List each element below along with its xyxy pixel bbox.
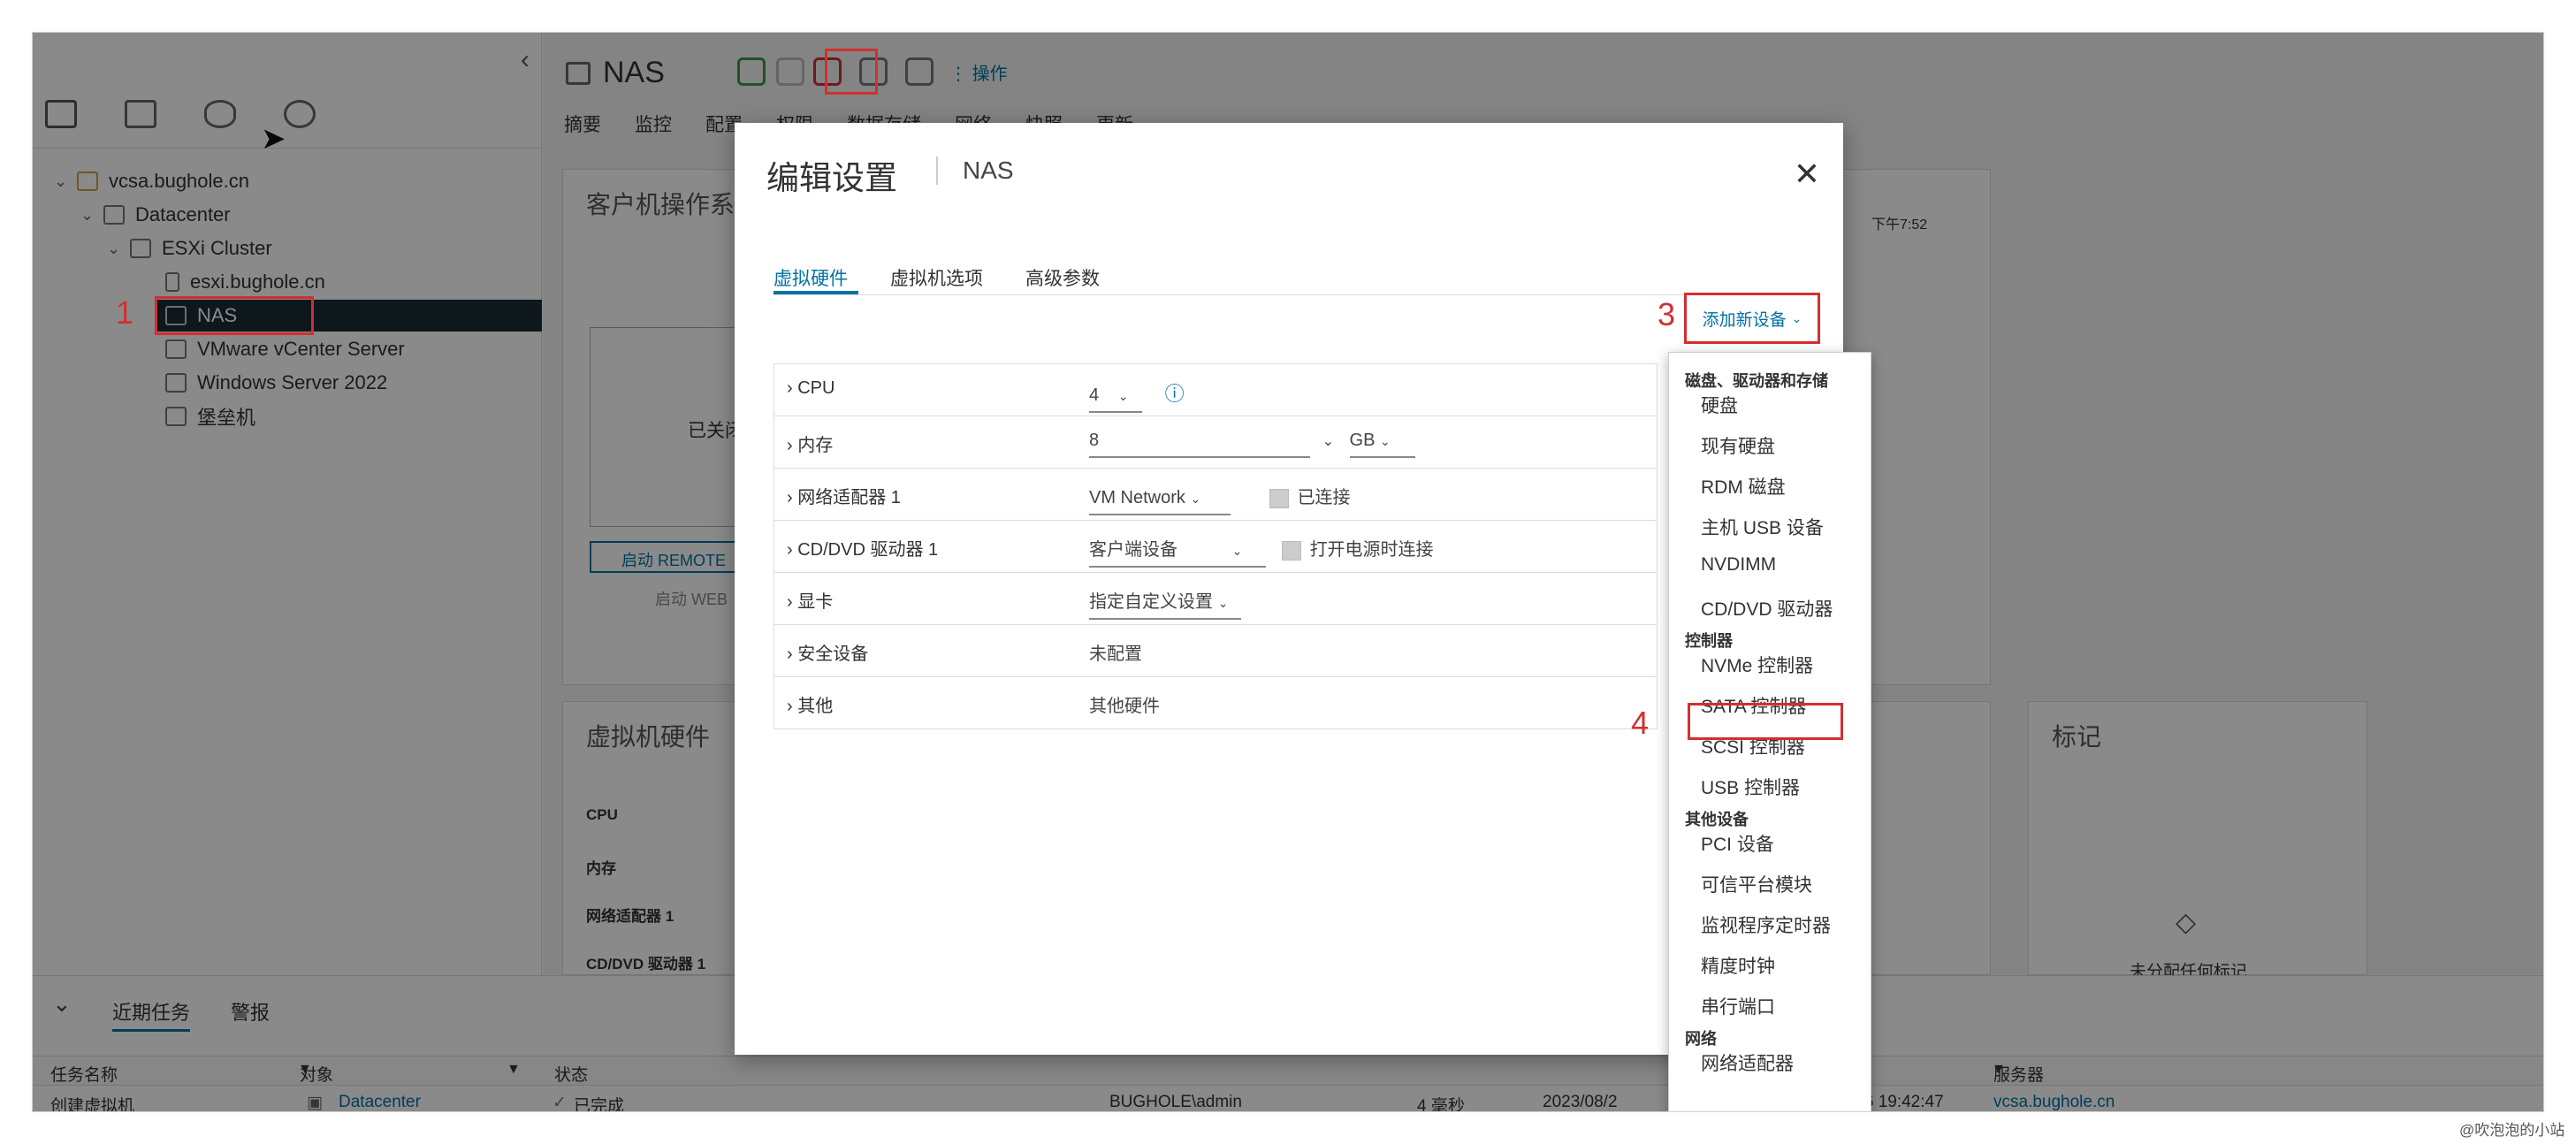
tab-advanced-parameters[interactable]: 高级参数 [1025,264,1100,291]
tab-virtual-hardware[interactable]: 虚拟硬件 [774,264,848,291]
annotation-number: 3 [1658,296,1676,332]
menu-group-header: 网络 [1685,1030,1717,1048]
add-new-device-label: 添加新设备 [1702,310,1787,330]
menu-item-serial-port[interactable]: 串行端口 [1701,993,1775,1019]
vsphere-client-window: ‹ ⌄ vcsa.bughole.cn ⌄ Datacenter ⌄ ESXi … [32,32,2544,1112]
cd-dvd-value: 客户端设备 [1089,540,1177,560]
annotation-number: 1 [116,294,134,331]
chevron-down-icon: ⌄ [1791,310,1802,325]
memory-unit: GB [1349,431,1376,450]
network-select[interactable]: VM Network ⌄ [1089,488,1231,515]
video-card-value: 指定自定义设置 [1089,592,1213,612]
chevron-right-icon[interactable]: › [787,697,797,716]
dialog-subtitle: NAS [936,156,1014,185]
chevron-down-icon[interactable]: ⌄ [1322,434,1334,449]
annotation-number: 4 [1631,705,1650,741]
memory-unit-select[interactable]: GB ⌄ [1349,431,1415,458]
menu-item-hard-disk[interactable]: 硬盘 [1701,392,1738,418]
chevron-right-icon[interactable]: › [787,436,797,455]
annotation-box-nas [155,296,314,335]
hw-row-cpu[interactable]: › CPU 4 ⌄ ⓘ [774,364,1657,416]
tabs-divider [774,294,1817,295]
cpu-value: 4 [1089,385,1100,405]
chevron-right-icon[interactable]: › [787,488,797,507]
menu-group-header: 其他设备 [1685,811,1749,828]
hw-row-network-adapter[interactable]: › 网络适配器 1 VM Network ⌄ 已连接 [774,469,1657,521]
tab-vm-options[interactable]: 虚拟机选项 [890,264,983,291]
menu-item-precision-clock[interactable]: 精度时钟 [1701,952,1775,979]
menu-item-tpm[interactable]: 可信平台模块 [1701,871,1812,897]
video-card-select[interactable]: 指定自定义设置 ⌄ [1089,587,1241,620]
chevron-right-icon[interactable]: › [787,540,797,560]
menu-item-pci-device[interactable]: PCI 设备 [1701,830,1774,857]
dialog-title: 编辑设置 [766,160,897,196]
menu-group-header: 磁盘、驱动器和存储 [1685,372,1828,390]
menu-group-header: 控制器 [1685,632,1733,650]
menu-item-cd-dvd[interactable]: CD/DVD 驱动器 [1701,595,1833,622]
hw-label: CD/DVD 驱动器 1 [797,540,939,560]
cd-dvd-select[interactable]: 客户端设备 ⌄ [1089,535,1266,568]
memory-value: 8 [1089,431,1100,450]
hw-row-memory[interactable]: › 内存 8 ⌄ GB ⌄ [774,416,1657,469]
chevron-right-icon[interactable]: › [787,644,797,664]
chevron-right-icon[interactable]: › [787,592,797,612]
annotation-box-sata [1688,703,1843,740]
menu-item-watchdog-timer[interactable]: 监视程序定时器 [1701,911,1831,938]
network-value: VM Network [1089,488,1185,507]
hw-label: 安全设备 [797,644,869,664]
menu-item-existing-disk[interactable]: 现有硬盘 [1701,432,1775,459]
connected-checkbox[interactable] [1269,488,1289,508]
dialog-tabs: 虚拟硬件 虚拟机选项 高级参数 [774,264,1100,291]
watermark: @吹泡泡的小站 [2459,1122,2565,1139]
menu-item-nvdimm[interactable]: NVDIMM [1701,554,1776,576]
hw-label: 内存 [797,436,834,455]
connected-label: 已连接 [1297,488,1351,507]
memory-input[interactable]: 8 [1089,431,1310,458]
info-icon[interactable]: ⓘ [1165,383,1185,405]
menu-item-rdm-disk[interactable]: RDM 磁盘 [1701,473,1786,500]
security-devices-value: 未配置 [1089,644,1142,664]
menu-item-host-usb[interactable]: 主机 USB 设备 [1701,514,1824,540]
add-new-device-button[interactable]: 添加新设备 ⌄ [1684,293,1820,344]
hw-label: 其他 [797,697,834,716]
hw-row-cd-dvd[interactable]: › CD/DVD 驱动器 1 客户端设备 ⌄ 打开电源时连接 [774,521,1657,573]
menu-item-usb-controller[interactable]: USB 控制器 [1701,774,1800,800]
cpu-select[interactable]: 4 ⌄ [1089,385,1142,413]
hw-row-video-card[interactable]: › 显卡 指定自定义设置 ⌄ [774,573,1657,625]
menu-item-nvme-controller[interactable]: NVMe 控制器 [1701,652,1813,678]
hw-label: CPU [797,378,835,398]
hardware-list: › CPU 4 ⌄ ⓘ › 内存 8 ⌄ GB ⌄ › 网络适配器 1 VM N… [774,363,1658,729]
chevron-right-icon[interactable]: › [787,378,797,398]
close-icon[interactable]: ✕ [1794,158,1820,190]
hw-label: 网络适配器 1 [797,488,901,507]
annotation-box-edit-settings [825,49,878,95]
connect-at-power-on-label: 打开电源时连接 [1309,540,1434,560]
hw-row-security-devices[interactable]: › 安全设备 未配置 [774,625,1657,677]
hw-label: 显卡 [797,592,834,612]
other-value: 其他硬件 [1089,697,1160,716]
connect-at-power-on-checkbox[interactable] [1281,540,1301,561]
hw-row-other[interactable]: › 其他 其他硬件 [774,677,1657,729]
menu-item-network-adapter[interactable]: 网络适配器 [1701,1049,1794,1076]
